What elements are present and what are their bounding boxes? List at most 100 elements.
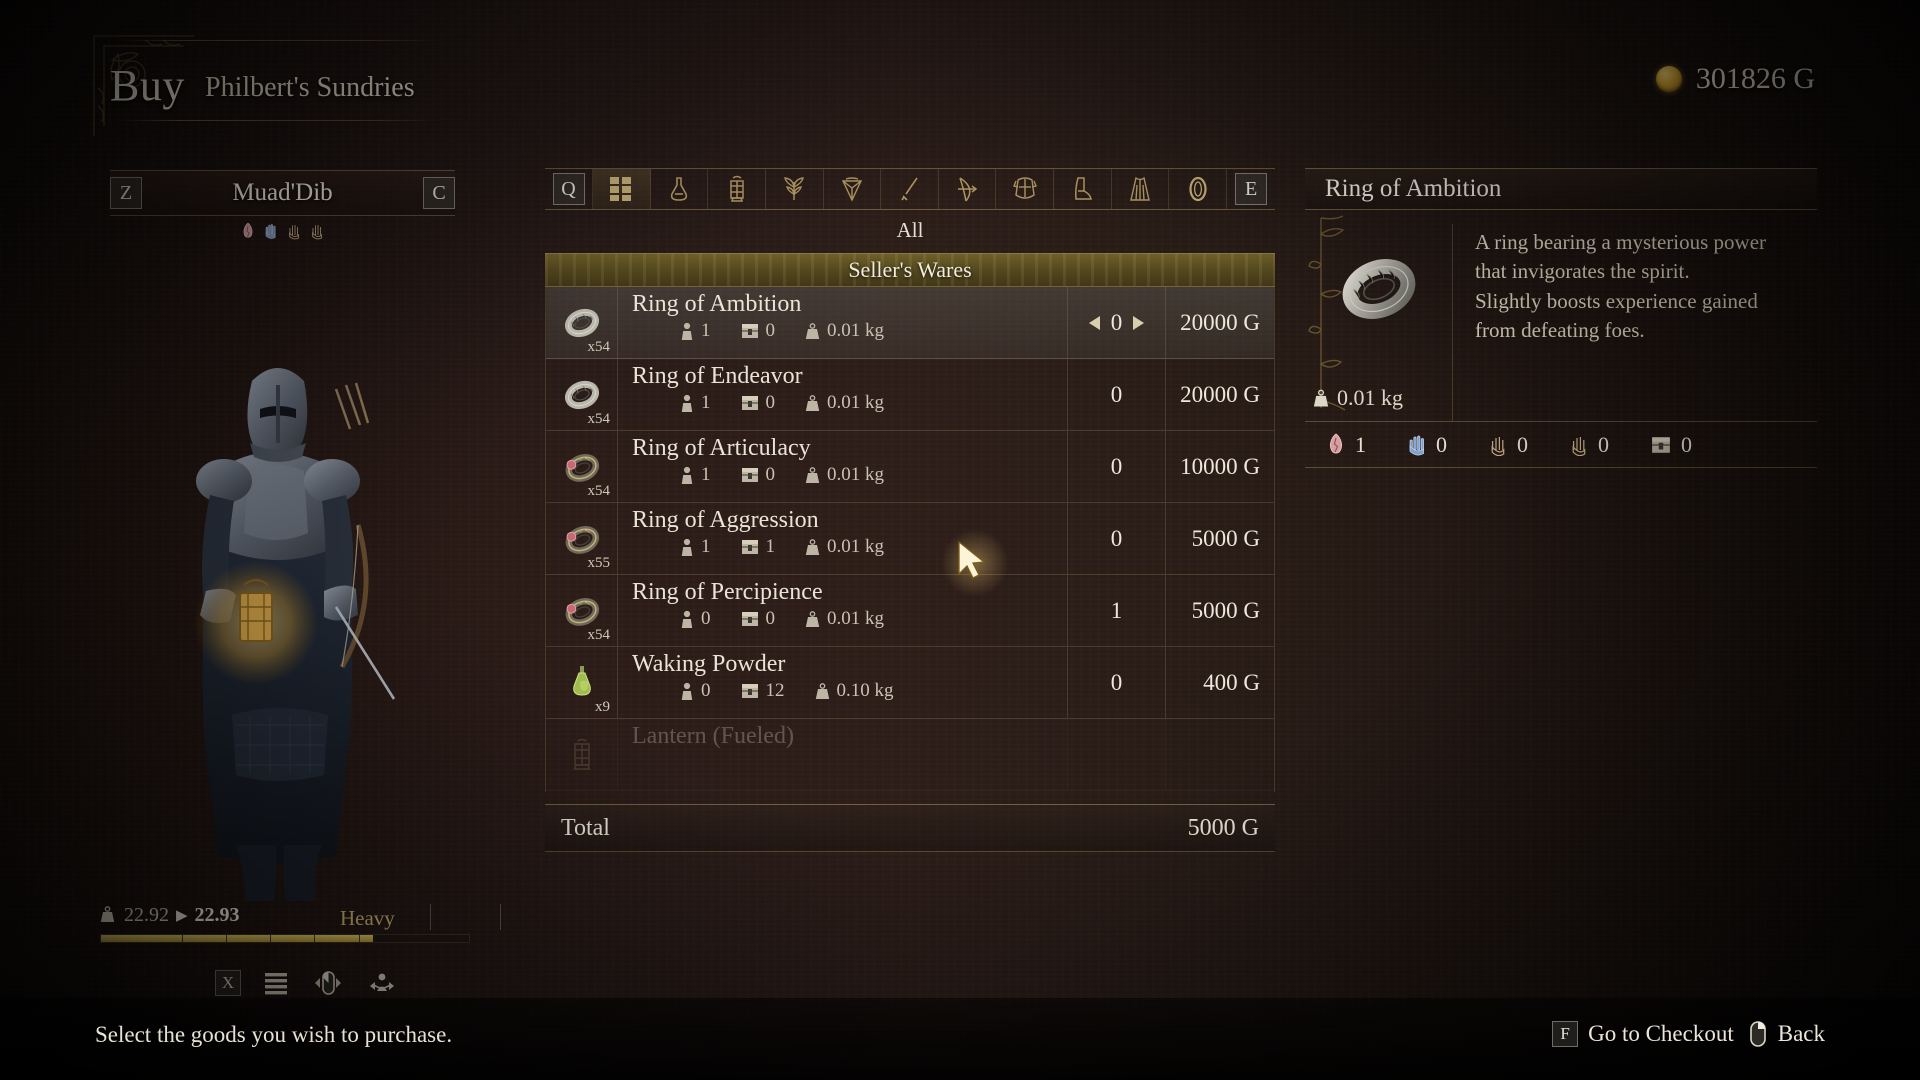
item-stock-count: x54: [587, 339, 611, 355]
checkout-action[interactable]: F Go to Checkout: [1552, 1021, 1734, 1047]
item-detail-panel: Ring of Ambition 0.01 kg A ring bearing …: [1305, 168, 1817, 468]
mouse-rotate-icon[interactable]: [311, 970, 345, 996]
tab-all[interactable]: [593, 169, 651, 209]
item-stats: 0 12 0.10 kg: [632, 680, 1067, 702]
item-storage-count: 0: [741, 464, 775, 486]
item-qty-cell[interactable]: 1: [1068, 575, 1166, 646]
item-price: 400 G: [1203, 669, 1260, 695]
table-row[interactable]: x54 Ring of Percipience 0 0 0.01 kg 1 5000 G: [546, 575, 1274, 647]
storage-chest-icon: [741, 468, 758, 483]
detail-stats: 1 0 0 0 0: [1305, 422, 1817, 468]
tan-hand-icon: [1572, 437, 1586, 456]
decrease-qty-button[interactable]: [1088, 315, 1100, 330]
weight-bar: [100, 934, 470, 943]
item-qty-cell[interactable]: 0: [1068, 431, 1166, 502]
item-info-cell: Ring of Ambition 1 0 0.01 kg: [618, 287, 1068, 358]
item-stock-count: x9: [595, 699, 610, 715]
turn-character-icon[interactable]: [367, 970, 397, 996]
health-vial-icon: [243, 222, 253, 238]
table-row[interactable]: x55 Ring of Aggression 1 1 0.01 kg 0 5000 G: [546, 503, 1274, 575]
tab-bows[interactable]: [939, 169, 997, 209]
item-qty-cell[interactable]: 0: [1068, 503, 1166, 574]
mouse-right-button-icon: [1749, 1021, 1766, 1047]
green-flask-icon: [572, 665, 591, 696]
item-price: 20000 G: [1180, 381, 1260, 407]
e-key[interactable]: E: [1235, 173, 1268, 205]
weight-current: 22.92: [124, 904, 169, 926]
tab-materials[interactable]: [766, 169, 824, 209]
flask-icon: [670, 177, 688, 201]
item-weight: 0.01 kg: [805, 464, 884, 486]
item-qty-cell[interactable]: 0: [1068, 287, 1166, 358]
weight-icon: [1313, 389, 1329, 406]
item-name: Ring of Endeavor: [632, 363, 803, 389]
weight-status-badge: Heavy: [340, 906, 395, 930]
tab-weapons[interactable]: [881, 169, 939, 209]
total-label: Total: [561, 814, 610, 841]
weight-arrow-icon: ▶: [176, 908, 188, 924]
item-qty-cell[interactable]: 0: [1068, 647, 1166, 718]
table-row[interactable]: x54 Ring of Articulacy 1 0 0.01 kg 0 10000 G: [546, 431, 1274, 503]
tab-prev-key[interactable]: Q: [545, 169, 593, 209]
mouse-cursor-icon: [958, 540, 986, 579]
tab-legwear[interactable]: [1054, 169, 1112, 209]
q-key[interactable]: Q: [552, 173, 585, 205]
person-icon: [681, 538, 693, 556]
item-storage-count: 1: [741, 536, 775, 558]
item-list[interactable]: x54 Ring of Ambition 1 0 0.01 kg 0 20000 G x54 R…: [545, 287, 1275, 792]
item-icon-cell: x55: [546, 503, 618, 574]
item-name: Waking Powder: [632, 651, 786, 677]
character-status-icons: [110, 222, 455, 240]
blue-hand-icon: [1409, 435, 1424, 456]
weight-icon: [805, 610, 820, 627]
back-label: Back: [1777, 1021, 1825, 1046]
person-icon: [681, 682, 693, 700]
person-icon: [681, 394, 693, 412]
storage-chest-icon: [741, 396, 758, 411]
prev-character-key[interactable]: Z: [110, 177, 142, 209]
ore-icon: [841, 177, 862, 202]
item-stock-count: x54: [587, 483, 611, 499]
storage-chest-icon: [1652, 436, 1670, 453]
tan-hand-icon: [1491, 437, 1505, 456]
tab-consumables[interactable]: [651, 169, 709, 209]
item-stats: 1 0 0.01 kg: [632, 464, 1067, 486]
detail-stat-value: 0: [1598, 431, 1609, 457]
item-qty-cell[interactable]: 0: [1068, 359, 1166, 430]
ruby-ring-icon: [565, 597, 599, 626]
table-row[interactable]: x54 Ring of Endeavor 1 0 0.01 kg 0 20000 G: [546, 359, 1274, 431]
ruby-ring-icon: [565, 525, 599, 554]
shop-main: Q E All Seller's Wares x54 Ring of Ambit…: [545, 168, 1275, 852]
table-row[interactable]: x54 Ring of Ambition 1 0 0.01 kg 0 20000 G: [546, 287, 1274, 359]
back-action[interactable]: Back: [1748, 1020, 1825, 1048]
tab-body-armor[interactable]: [996, 169, 1055, 209]
ring-icon: [1189, 176, 1207, 202]
item-weight: 0.01 kg: [805, 320, 884, 342]
item-qty: 1: [1110, 597, 1123, 623]
tab-cloaks[interactable]: [1112, 169, 1170, 209]
item-list-rows: x54 Ring of Ambition 1 0 0.01 kg 0 20000 G x54 R…: [546, 287, 1274, 792]
list-icon[interactable]: [263, 971, 289, 995]
detail-stat-value: 0: [1436, 431, 1447, 457]
item-qty-cell[interactable]: [1068, 719, 1166, 790]
table-row[interactable]: x9 Waking Powder 0 12 0.10 kg 0 400 G: [546, 647, 1274, 719]
next-character-key[interactable]: C: [423, 177, 455, 209]
footer-hint: Select the goods you wish to purchase.: [95, 1022, 453, 1047]
weight-projected: 22.93: [194, 904, 240, 926]
weight-icon: [805, 322, 820, 339]
increase-qty-button[interactable]: [1133, 315, 1145, 330]
person-icon: [681, 610, 693, 628]
plant-icon: [784, 177, 805, 200]
tab-tools[interactable]: [708, 169, 766, 209]
item-info-cell: Ring of Endeavor 1 0 0.01 kg: [618, 359, 1068, 430]
tab-ore[interactable]: [824, 169, 882, 209]
gold-amount: 301826 G: [1695, 62, 1815, 95]
f-key[interactable]: F: [1552, 1021, 1579, 1047]
gold-coin-icon: [1655, 66, 1682, 92]
x-key[interactable]: X: [215, 970, 241, 996]
tab-next-key[interactable]: E: [1227, 169, 1275, 209]
table-row[interactable]: Lantern (Fueled): [546, 719, 1274, 791]
storage-chest-icon: [741, 540, 758, 555]
tab-rings[interactable]: [1169, 169, 1228, 209]
item-storage-count: 0: [741, 392, 775, 414]
